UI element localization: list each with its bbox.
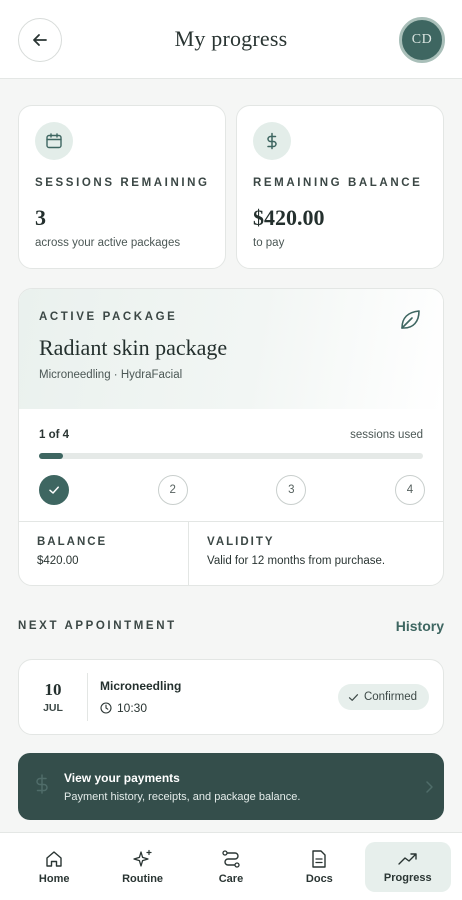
nav-item-home[interactable]: Home bbox=[11, 842, 97, 892]
leaf-icon bbox=[401, 310, 420, 329]
payments-subtitle: Payment history, receipts, and package b… bbox=[64, 790, 301, 803]
care-icon bbox=[222, 849, 240, 868]
appointment-service: Microneedling bbox=[100, 679, 182, 693]
check-icon bbox=[348, 693, 359, 701]
session-step-3: 3 bbox=[276, 475, 307, 505]
clock-icon bbox=[100, 702, 112, 714]
appointment-day: 10 bbox=[44, 680, 62, 699]
package-validity-label: VALIDITY bbox=[207, 536, 275, 548]
sparkle-icon bbox=[132, 849, 152, 867]
calendar-icon-badge bbox=[35, 122, 73, 160]
package-balance-label: BALANCE bbox=[37, 536, 108, 548]
arrow-left-icon bbox=[33, 34, 47, 46]
dollar-icon-badge bbox=[253, 122, 291, 160]
remaining-balance-value: $420.00 bbox=[253, 205, 325, 230]
status-badge-text: Confirmed bbox=[363, 691, 417, 703]
package-footer: BALANCE $420.00 VALIDITY Valid for 12 mo… bbox=[19, 521, 443, 585]
session-steps: 2 3 4 bbox=[39, 475, 425, 505]
remaining-balance-sub: to pay bbox=[253, 237, 285, 249]
progress-caption: sessions used bbox=[350, 429, 423, 441]
sessions-remaining-card: SESSIONS REMAINING 3 across your active … bbox=[18, 105, 226, 269]
package-balance: BALANCE $420.00 bbox=[19, 522, 189, 585]
package-validity-value: Valid for 12 months from purchase. bbox=[207, 555, 386, 567]
nav-item-care[interactable]: Care bbox=[188, 842, 274, 892]
dollar-icon bbox=[267, 132, 277, 150]
nav-item-progress[interactable]: Progress bbox=[364, 841, 451, 892]
nav-item-docs[interactable]: Docs bbox=[276, 842, 362, 892]
package-services: Microneedling · HydraFacial bbox=[39, 369, 183, 381]
next-appointment-header: NEXT APPOINTMENT History bbox=[18, 618, 444, 634]
home-icon bbox=[46, 850, 62, 867]
nav-label: Care bbox=[218, 872, 244, 885]
progress-bar-fill bbox=[39, 453, 63, 459]
session-step-2: 2 bbox=[157, 475, 188, 505]
bottom-nav: Home Routine Care Docs Progress bbox=[0, 832, 462, 900]
appointment-time: 10:30 bbox=[100, 701, 338, 715]
history-link[interactable]: History bbox=[396, 618, 444, 634]
trending-up-icon bbox=[398, 852, 417, 865]
appointment-card[interactable]: 10 JUL Microneedling 10:30 Confirmed bbox=[18, 659, 444, 735]
session-step-1 bbox=[39, 475, 69, 505]
package-balance-value: $420.00 bbox=[37, 555, 79, 567]
nav-label: Home bbox=[38, 872, 70, 885]
chevron-right-icon bbox=[414, 780, 444, 794]
view-payments-banner[interactable]: View your payments Payment history, rece… bbox=[18, 753, 444, 820]
nav-label: Docs bbox=[305, 872, 333, 885]
remaining-balance-label: REMAINING BALANCE bbox=[253, 177, 423, 189]
package-header: ACTIVE PACKAGE Radiant skin package Micr… bbox=[19, 289, 443, 409]
remaining-balance-card: REMAINING BALANCE $420.00 to pay bbox=[236, 105, 444, 269]
progress-count: 1 of 4 bbox=[39, 429, 70, 441]
sessions-remaining-value: 3 bbox=[35, 205, 46, 230]
appointment-month: JUL bbox=[43, 702, 63, 714]
nav-label: Progress bbox=[383, 871, 432, 884]
sessions-remaining-sub: across your active packages bbox=[35, 237, 181, 249]
appointment-date: 10 JUL bbox=[19, 680, 87, 714]
dollar-icon bbox=[34, 773, 64, 800]
payments-title: View your payments bbox=[64, 770, 180, 785]
sessions-remaining-label: SESSIONS REMAINING bbox=[35, 177, 210, 189]
progress-bar bbox=[39, 453, 423, 459]
check-icon bbox=[49, 486, 59, 494]
avatar[interactable]: CD bbox=[399, 17, 445, 63]
calendar-icon bbox=[46, 133, 62, 149]
appointment-time-text: 10:30 bbox=[117, 701, 148, 715]
package-validity: VALIDITY Valid for 12 months from purcha… bbox=[189, 522, 403, 585]
payments-text: View your payments Payment history, rece… bbox=[64, 771, 414, 803]
next-appointment-title: NEXT APPOINTMENT bbox=[18, 620, 177, 632]
active-package-label: ACTIVE PACKAGE bbox=[39, 311, 178, 323]
app-header: My progress CD bbox=[0, 0, 462, 79]
appointment-info: Microneedling 10:30 bbox=[88, 679, 338, 715]
nav-label: Routine bbox=[122, 872, 164, 885]
status-badge: Confirmed bbox=[337, 684, 429, 710]
active-package-card: ACTIVE PACKAGE Radiant skin package Micr… bbox=[18, 288, 444, 586]
document-icon bbox=[312, 849, 327, 868]
session-step-4: 4 bbox=[395, 475, 425, 505]
page-title: My progress bbox=[174, 26, 288, 51]
package-name: Radiant skin package bbox=[39, 335, 228, 360]
nav-item-routine[interactable]: Routine bbox=[100, 842, 186, 892]
back-button[interactable] bbox=[18, 18, 62, 62]
